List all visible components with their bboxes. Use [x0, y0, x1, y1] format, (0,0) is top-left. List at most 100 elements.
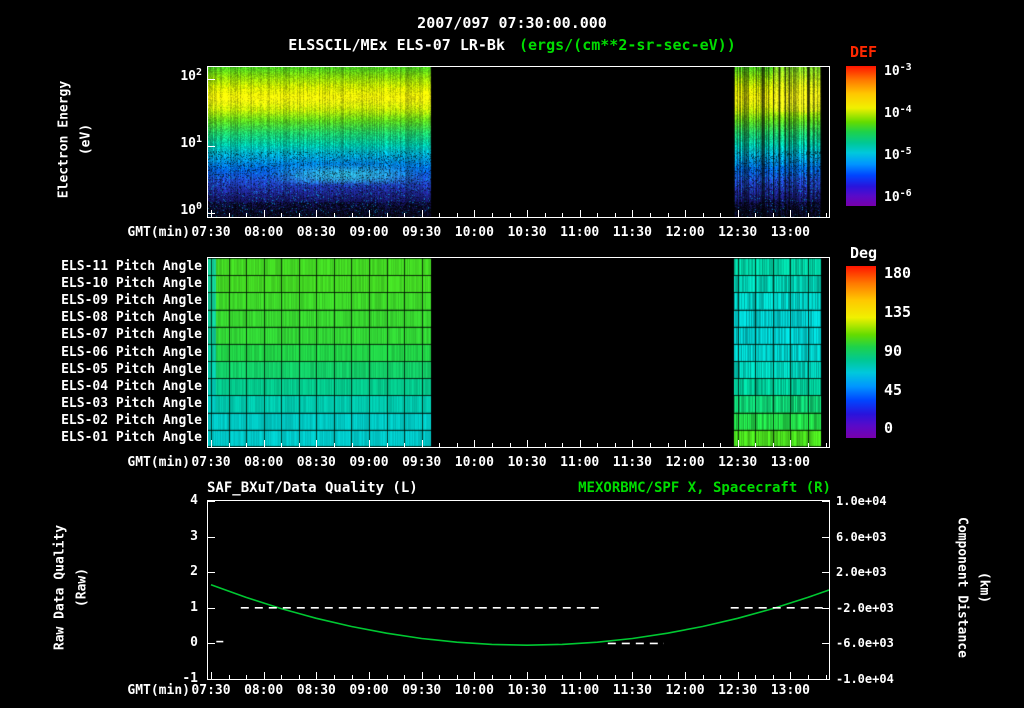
y-axis-tick — [208, 679, 215, 680]
pitch-row-label: ELS-04 Pitch Angle — [61, 378, 202, 394]
x-axis-tick — [246, 443, 248, 447]
time-tick-label: 09:00 — [349, 225, 389, 240]
x-axis-tick — [351, 443, 353, 447]
distance-ytick-label: 6.0e+03 — [836, 529, 887, 544]
x-axis-tick — [527, 440, 528, 447]
x-axis-tick — [316, 210, 318, 217]
line-panel-titles: SAF_BXuT/Data Quality (L) MEXORBMC/SPF X… — [207, 480, 831, 496]
x-axis-tick — [228, 213, 230, 217]
x-axis-tick — [632, 210, 634, 217]
time-tick-label: 12:30 — [718, 455, 758, 470]
x-axis-tick — [351, 213, 353, 217]
pitch-row-label: ELS-11 Pitch Angle — [61, 258, 202, 274]
x-axis-tick — [702, 443, 704, 447]
x-axis-tick — [685, 440, 686, 447]
quality-ytick-label: 1 — [190, 599, 198, 615]
x-axis-tick — [527, 210, 528, 217]
time-tick-label: 11:30 — [612, 225, 652, 240]
x-axis-tick — [614, 213, 616, 217]
energy-axis-label-line2: (eV) — [78, 123, 94, 156]
component-distance-axis-label-line1: Component Distance — [954, 517, 970, 658]
time-tick-label: 13:00 — [770, 683, 810, 698]
x-axis-tick — [298, 443, 300, 447]
deg-colorbar-tick-label: 135 — [884, 303, 912, 321]
time-tick-label: 07:30 — [191, 455, 231, 470]
x-axis-tick — [211, 440, 212, 447]
distance-ytick-label: 2.0e+03 — [836, 565, 887, 580]
x-axis-tick — [456, 443, 458, 447]
y-axis-tick — [822, 679, 829, 680]
def-colorbar-tick-label: 10-3 — [884, 62, 912, 79]
def-colorbar — [846, 66, 876, 206]
x-axis-tick — [421, 440, 423, 447]
quality-ytick-label: -1 — [182, 671, 198, 686]
x-axis-tick — [333, 213, 335, 217]
time-tick-label: 09:30 — [402, 683, 442, 698]
pitch-angle-canvas — [208, 258, 829, 447]
x-axis-tick — [369, 210, 370, 217]
x-axis-tick — [614, 443, 616, 447]
gmt-label-1: GMT(min) — [127, 225, 190, 240]
time-tick-label: 08:30 — [296, 455, 336, 470]
x-axis-tick — [333, 443, 335, 447]
distance-ytick-label: -2.0e+03 — [836, 600, 894, 615]
time-tick-label: 12:30 — [718, 225, 758, 240]
electron-energy-spectrogram-canvas — [208, 67, 829, 217]
time-tick-label: 11:30 — [612, 683, 652, 698]
time-tick-label: 13:00 — [770, 225, 810, 240]
energy-ytick-label: 100 — [180, 201, 202, 218]
energy-ytick-label: 101 — [180, 134, 202, 151]
time-tick-label: 11:30 — [612, 455, 652, 470]
x-axis-tick — [597, 213, 599, 217]
x-axis-tick — [544, 213, 546, 217]
datetime-title: 2007/097 07:30:00.000 — [417, 14, 607, 32]
component-distance-axis-label-line2: (km) — [976, 571, 992, 604]
x-axis-tick — [281, 443, 283, 447]
x-axis-tick — [456, 213, 458, 217]
time-tick-label: 12:00 — [665, 683, 705, 698]
x-axis-tick — [562, 213, 564, 217]
plot-title-units: (ergs/(cm**2-sr-sec-eV)) — [519, 36, 736, 54]
x-axis-tick — [509, 443, 511, 447]
x-axis-tick — [562, 443, 564, 447]
quality-ytick-label: 3 — [190, 528, 198, 544]
distance-ytick-label: 1.0e+04 — [836, 494, 887, 508]
pitch-row-label: ELS-10 Pitch Angle — [61, 275, 202, 291]
time-tick-label: 12:00 — [665, 455, 705, 470]
x-axis-tick — [474, 440, 476, 447]
x-axis-tick — [281, 213, 283, 217]
def-colorbar-tick-label: 10-4 — [884, 104, 912, 121]
x-axis-tick — [772, 213, 774, 217]
energy-ytick-label: 102 — [180, 67, 202, 84]
def-colorbar-tick-label: 10-5 — [884, 146, 912, 163]
x-axis-tick — [544, 443, 546, 447]
time-tick-label: 09:30 — [402, 225, 442, 240]
gmt-label-2: GMT(min) — [127, 455, 190, 470]
x-axis-tick — [807, 213, 809, 217]
x-axis-tick — [369, 440, 370, 447]
raw-quality-axis-label-line1: Raw Data Quality — [52, 524, 68, 651]
deg-colorbar-tick-label: 90 — [884, 342, 903, 360]
x-axis-tick — [579, 440, 581, 447]
x-axis-tick — [720, 213, 722, 217]
time-tick-label: 08:00 — [244, 225, 284, 240]
x-axis-tick — [825, 213, 827, 217]
pitch-row-label: ELS-03 Pitch Angle — [61, 396, 202, 412]
x-axis-tick — [404, 213, 406, 217]
x-axis-tick — [474, 210, 476, 217]
x-axis-tick — [491, 443, 493, 447]
time-tick-label: 07:30 — [191, 225, 231, 240]
plot-title-instrument: ELSSCIL/MEx ELS-07 LR-Bk — [288, 36, 505, 54]
x-axis-tick — [509, 213, 511, 217]
x-axis-tick — [386, 443, 388, 447]
deg-colorbar-title: Deg — [850, 244, 878, 262]
science-plot-page: 2007/097 07:30:00.000 ELSSCIL/MEx ELS-07… — [0, 0, 1024, 708]
time-tick-label: 10:00 — [454, 683, 494, 698]
spectrogram-plot-area — [207, 66, 830, 218]
time-tick-label: 08:00 — [244, 683, 284, 698]
energy-axis-label-line1: Electron Energy — [56, 80, 72, 199]
x-axis-tick — [702, 213, 704, 217]
x-axis-tick — [491, 213, 493, 217]
time-tick-label: 10:30 — [507, 455, 547, 470]
time-tick-label: 08:00 — [244, 455, 284, 470]
